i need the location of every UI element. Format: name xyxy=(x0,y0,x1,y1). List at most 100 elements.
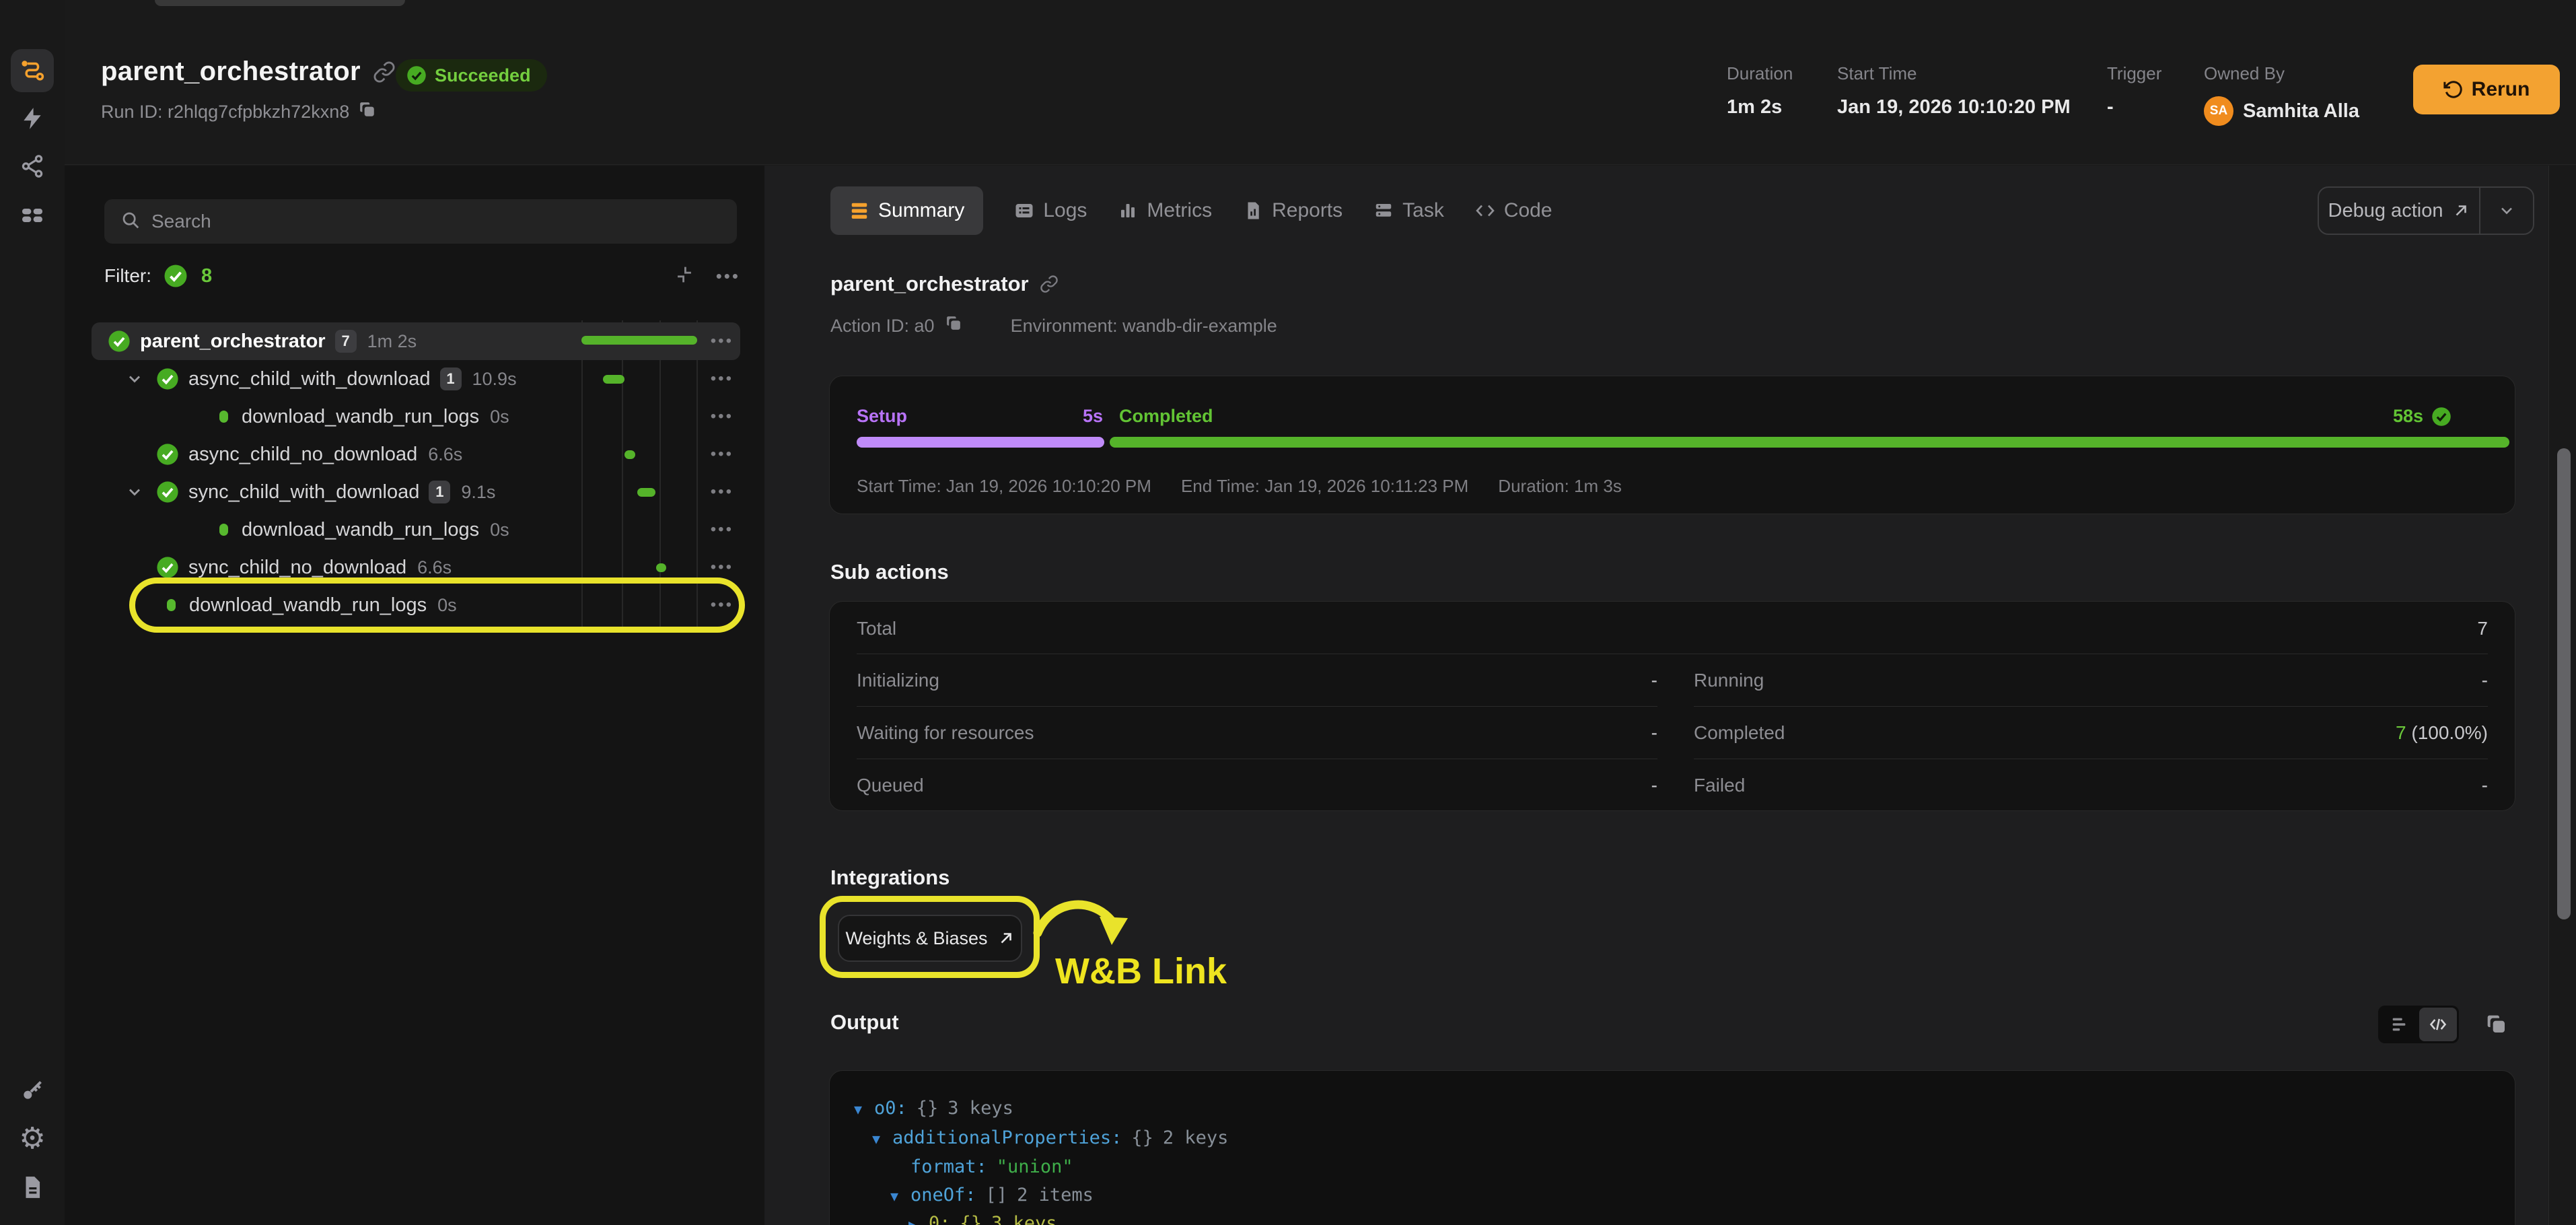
tree-row-duration: 6.6s xyxy=(428,444,462,465)
tree-row-duration: 6.6s xyxy=(417,557,452,578)
run-tree-panel: Filter: 8 ••• parent_orchestrator 7 1m 2… xyxy=(65,166,764,1225)
setup-phase-bar[interactable] xyxy=(857,437,1104,448)
code-view-button[interactable] xyxy=(2419,1008,2457,1041)
search-input[interactable] xyxy=(151,211,721,232)
filter-count: 8 xyxy=(201,265,212,287)
workflow-route-icon xyxy=(18,57,46,85)
weights-and-biases-link-button[interactable]: Weights & Biases xyxy=(838,915,1022,962)
detail-tabs: Summary Logs Metrics Reports Task xyxy=(830,186,1552,235)
rail-docs-item[interactable] xyxy=(11,1166,54,1209)
tree-row-sync-child-no-download[interactable]: sync_child_no_download 6.6s ••• xyxy=(92,550,740,585)
search-box[interactable] xyxy=(104,199,737,244)
tab-metrics[interactable]: Metrics xyxy=(1118,199,1212,222)
expand-triangle-icon[interactable]: ▼ xyxy=(854,1101,874,1117)
tab-summary[interactable]: Summary xyxy=(830,186,983,235)
rail-keys-item[interactable] xyxy=(11,1069,54,1112)
status-text: Succeeded xyxy=(435,65,531,86)
tree-row-duration: 0s xyxy=(490,407,509,427)
row-menu-button[interactable]: ••• xyxy=(711,596,740,615)
avatar: SA xyxy=(2204,96,2233,126)
rail-runs-item[interactable] xyxy=(11,49,54,92)
tree-row-timeline-bar xyxy=(603,375,624,384)
row-menu-button[interactable]: ••• xyxy=(711,520,740,539)
row-menu-button[interactable]: ••• xyxy=(711,445,740,464)
filter-label: Filter: xyxy=(104,265,151,287)
sub-actions-heading: Sub actions xyxy=(830,560,949,584)
tree-row-parent-orchestrator[interactable]: parent_orchestrator 7 1m 2s ••• xyxy=(92,322,740,360)
setup-phase-duration: 5s xyxy=(857,406,1103,427)
row-menu-button[interactable]: ••• xyxy=(711,558,740,577)
chevron-down-icon[interactable] xyxy=(2480,201,2533,220)
document-icon xyxy=(20,1175,45,1200)
collapse-all-icon[interactable] xyxy=(673,263,696,289)
rail-graph-item[interactable] xyxy=(11,145,54,188)
output-view-toggle xyxy=(2378,1006,2459,1043)
json-line[interactable]: ▼oneOf:[]2 items xyxy=(890,1185,1094,1205)
tree-row-download-wandb-run-logs[interactable]: download_wandb_run_logs 0s ••• xyxy=(92,588,740,623)
expand-triangle-icon[interactable]: ▼ xyxy=(890,1188,910,1204)
tree-row-label: parent_orchestrator xyxy=(140,330,326,353)
summary-icon xyxy=(849,201,869,221)
logs-icon xyxy=(1014,201,1034,221)
apps-grid-icon xyxy=(19,202,46,229)
json-line[interactable]: ▼additionalProperties:{}2 keys xyxy=(872,1127,1228,1148)
tree-row-badge: 1 xyxy=(429,481,450,503)
tree-row-download-wandb-run-logs[interactable]: download_wandb_run_logs 0s ••• xyxy=(92,512,740,547)
rerun-button[interactable]: Rerun xyxy=(2413,65,2560,114)
app-rail: ⚙ xyxy=(0,0,65,1225)
run-title-row: parent_orchestrator xyxy=(101,57,396,87)
rail-settings-item[interactable]: ⚙ xyxy=(11,1117,54,1160)
chevron-down-icon[interactable] xyxy=(125,370,145,388)
filter-row: Filter: 8 ••• xyxy=(104,260,740,292)
tree-row-sync-child-with-download[interactable]: sync_child_with_download 1 9.1s ••• xyxy=(92,475,740,510)
success-dot-icon xyxy=(219,411,228,423)
tree-row-label: sync_child_no_download xyxy=(188,557,406,579)
row-menu-button[interactable]: ••• xyxy=(711,370,740,388)
tree-menu-icon[interactable]: ••• xyxy=(716,266,740,287)
chevron-down-icon[interactable] xyxy=(125,483,145,501)
integrations-heading: Integrations xyxy=(830,866,950,890)
list-view-button[interactable] xyxy=(2380,1008,2418,1041)
output-heading: Output xyxy=(830,1010,899,1035)
rail-triggers-item[interactable] xyxy=(11,97,54,140)
tooltip-remnant xyxy=(155,0,405,6)
copy-icon[interactable] xyxy=(945,315,962,337)
tree-row-download-wandb-run-logs[interactable]: download_wandb_run_logs 0s ••• xyxy=(92,399,740,434)
tree-row-duration: 0s xyxy=(437,595,457,616)
rail-apps-item[interactable] xyxy=(11,194,54,237)
arrow-up-right-icon xyxy=(2452,202,2470,219)
refresh-icon xyxy=(2443,79,2464,100)
copy-icon[interactable] xyxy=(359,101,376,123)
row-menu-button[interactable]: ••• xyxy=(711,407,740,426)
scrollbar-thumb[interactable] xyxy=(2557,448,2571,919)
phase-timeline-card: Setup 5s Completed 58s Start Time: Jan 1… xyxy=(829,376,2515,514)
tab-logs[interactable]: Logs xyxy=(1014,199,1087,222)
tab-code[interactable]: Code xyxy=(1475,199,1552,222)
tab-task[interactable]: Task xyxy=(1373,199,1444,222)
tab-reports[interactable]: Reports xyxy=(1243,199,1343,222)
copy-icon[interactable] xyxy=(2486,1014,2507,1035)
completed-phase-bar[interactable] xyxy=(1110,437,2509,448)
json-line[interactable]: ▼o0:{}3 keys xyxy=(854,1098,1013,1119)
debug-action-button[interactable]: Debug action xyxy=(2318,186,2534,235)
tree-row-label: download_wandb_run_logs xyxy=(242,519,479,541)
row-menu-button[interactable]: ••• xyxy=(711,332,740,351)
run-id: Run ID: r2hlqg7cfpbkzh72kxn8 xyxy=(101,101,376,123)
success-check-icon xyxy=(156,556,179,579)
tree-row-timeline-bar xyxy=(637,488,655,497)
filter-status-check-icon[interactable] xyxy=(164,264,188,288)
json-line[interactable]: ▶0:{}3 keys xyxy=(908,1213,1057,1225)
meta-owned-by: Owned By SA Samhita Alla xyxy=(2204,63,2359,126)
status-badge: Succeeded xyxy=(396,59,547,92)
success-dot-icon xyxy=(167,599,176,611)
tree-row-async-child-no-download[interactable]: async_child_no_download 6.6s ••• xyxy=(92,437,740,472)
tree-row-async-child-with-download[interactable]: async_child_with_download 1 10.9s ••• xyxy=(92,361,740,396)
link-icon[interactable] xyxy=(1040,275,1059,293)
scrollbar-track[interactable] xyxy=(2548,166,2576,1225)
collapsed-triangle-icon[interactable]: ▶ xyxy=(908,1216,929,1225)
expand-triangle-icon[interactable]: ▼ xyxy=(872,1131,892,1147)
link-icon[interactable] xyxy=(373,61,396,83)
row-menu-button[interactable]: ••• xyxy=(711,483,740,501)
success-check-icon xyxy=(108,330,131,353)
action-meta: Action ID: a0 Environment: wandb-dir-exa… xyxy=(830,315,1277,337)
